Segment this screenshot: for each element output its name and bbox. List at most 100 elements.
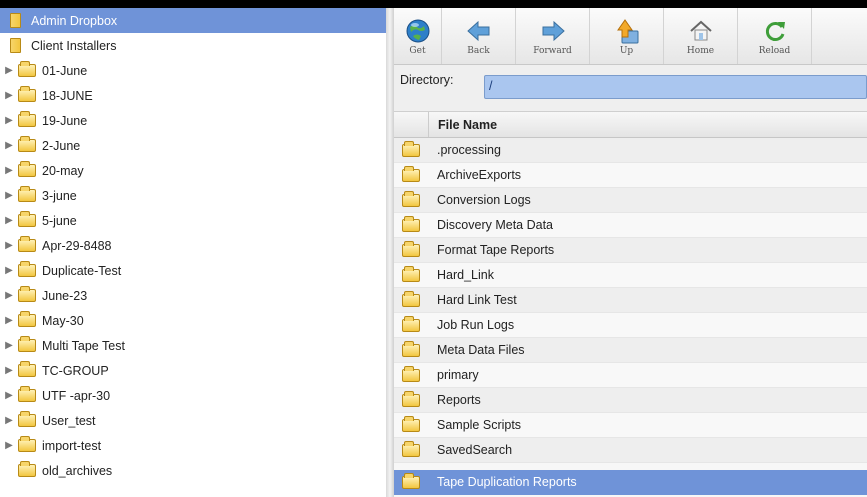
file-row[interactable]: Conversion Logs	[394, 188, 867, 213]
folder-icon	[402, 165, 420, 182]
tree-item[interactable]: ▶ 20-may	[0, 158, 386, 183]
folder-icon	[18, 111, 36, 127]
tree-item-admin-dropbox[interactable]: Admin Dropbox	[0, 8, 386, 33]
reload-label: Reload	[758, 45, 791, 56]
file-row[interactable]: SavedSearch	[394, 438, 867, 463]
file-name: Reports	[437, 393, 481, 407]
up-folder-icon	[616, 18, 638, 43]
folder-icon	[18, 136, 36, 152]
tree-item[interactable]: ▶ Multi Tape Test	[0, 333, 386, 358]
folder-icon	[402, 215, 420, 232]
tree-item[interactable]: ▶ 5-june	[0, 208, 386, 233]
expand-arrow-icon[interactable]: ▶	[0, 415, 18, 426]
get-label: Get	[409, 45, 426, 56]
tree-item[interactable]: ▶ import-test	[0, 433, 386, 458]
file-row[interactable]: Job Run Logs	[394, 313, 867, 338]
expand-arrow-icon[interactable]: ▶	[0, 190, 18, 201]
tree-item[interactable]: ▶ 3-june	[0, 183, 386, 208]
expand-arrow-icon[interactable]: ▶	[0, 315, 18, 326]
file-row[interactable]: Reports	[394, 388, 867, 413]
forward-button[interactable]: Forward	[516, 8, 590, 64]
file-list-header: File Name	[394, 112, 867, 138]
get-button[interactable]: Get	[394, 8, 442, 64]
folder-icon	[18, 161, 36, 177]
folder-icon	[402, 315, 420, 332]
expand-arrow-icon[interactable]: ▶	[0, 140, 18, 151]
tree-item[interactable]: ▶ 19-June	[0, 108, 386, 133]
expand-arrow-icon[interactable]: ▶	[0, 65, 18, 76]
expand-arrow-icon[interactable]: ▶	[0, 365, 18, 376]
file-row[interactable]: Discovery Meta Data	[394, 213, 867, 238]
folder-icon	[18, 311, 36, 327]
pane-splitter[interactable]	[386, 8, 394, 497]
forward-arrow-icon	[542, 20, 565, 41]
reload-button[interactable]: Reload	[738, 8, 812, 64]
folder-icon	[18, 186, 36, 202]
file-name-column-header[interactable]: File Name	[438, 118, 497, 132]
tree-item[interactable]: ▶ 01-June	[0, 58, 386, 83]
directory-input[interactable]: /	[484, 75, 867, 99]
tree-item-label: 2-June	[42, 138, 81, 153]
dropbox-icon	[10, 13, 21, 28]
tree-item-label: 19-June	[42, 113, 88, 128]
tree-item[interactable]: ▶ Duplicate-Test	[0, 258, 386, 283]
tree-item-client-installers[interactable]: Client Installers	[0, 33, 386, 58]
file-name: Hard_Link	[437, 268, 494, 282]
folder-icon	[18, 436, 36, 452]
file-row[interactable]: Meta Data Files	[394, 338, 867, 363]
expand-arrow-icon[interactable]: ▶	[0, 115, 18, 126]
file-name: Sample Scripts	[437, 418, 522, 432]
file-row-selected[interactable]: Tape Duplication Reports	[394, 470, 867, 495]
file-row[interactable]: Hard Link Test	[394, 288, 867, 313]
file-row[interactable]: .processing	[394, 138, 867, 163]
folder-icon	[18, 386, 36, 402]
back-arrow-icon	[466, 20, 489, 41]
file-row[interactable]: primary	[394, 363, 867, 388]
up-button[interactable]: Up	[590, 8, 664, 64]
tree-item[interactable]: ▶ Apr-29-8488	[0, 233, 386, 258]
expand-arrow-icon[interactable]: ▶	[0, 165, 18, 176]
tree-item[interactable]: ▶ 18-JUNE	[0, 83, 386, 108]
folder-icon	[402, 365, 420, 382]
file-name: Discovery Meta Data	[437, 218, 554, 232]
home-icon	[689, 20, 712, 40]
expand-arrow-icon[interactable]: ▶	[0, 440, 18, 451]
file-browser-pane: Get Back Forward Up Home Reload Director…	[394, 8, 867, 497]
tree-item[interactable]: ▶ TC-GROUP	[0, 358, 386, 383]
tree-item-label: import-test	[42, 438, 102, 453]
tree-item[interactable]: ▶ User_test	[0, 408, 386, 433]
expand-arrow-icon[interactable]: ▶	[0, 290, 18, 301]
back-button[interactable]: Back	[442, 8, 516, 64]
home-button[interactable]: Home	[664, 8, 738, 64]
folder-icon	[18, 86, 36, 102]
tree-item[interactable]: ▶ 2-June	[0, 133, 386, 158]
expand-arrow-icon[interactable]: ▶	[0, 90, 18, 101]
expand-arrow-icon[interactable]: ▶	[0, 240, 18, 251]
tree-item-label: Apr-29-8488	[42, 238, 112, 253]
tree-item[interactable]: ▶ May-30	[0, 308, 386, 333]
expand-arrow-icon[interactable]: ▶	[0, 390, 18, 401]
folder-icon	[402, 340, 420, 357]
folder-icon	[18, 361, 36, 377]
expand-arrow-icon[interactable]: ▶	[0, 215, 18, 226]
tree-item[interactable]: ▶ June-23	[0, 283, 386, 308]
file-row[interactable]: Sample Scripts	[394, 413, 867, 438]
folder-icon	[402, 240, 420, 257]
file-row[interactable]: Hard_Link	[394, 263, 867, 288]
file-row[interactable]: ArchiveExports	[394, 163, 867, 188]
tree-item-label: 18-JUNE	[42, 88, 93, 103]
folder-icon	[402, 472, 420, 489]
tree-item[interactable]: ▶ UTF -apr-30	[0, 383, 386, 408]
tree-item[interactable]: old_archives	[0, 458, 386, 483]
window-top-bar	[0, 0, 867, 8]
tree-item-label: May-30	[42, 313, 84, 328]
tree-item-label: TC-GROUP	[42, 363, 109, 378]
expand-arrow-icon[interactable]: ▶	[0, 265, 18, 276]
column-divider	[428, 112, 429, 137]
tree-item-label: Duplicate-Test	[42, 263, 122, 278]
expand-arrow-icon[interactable]: ▶	[0, 340, 18, 351]
tree-item-label: Admin Dropbox	[31, 13, 118, 28]
file-row[interactable]: Format Tape Reports	[394, 238, 867, 263]
folder-icon	[18, 336, 36, 352]
folder-icon	[18, 286, 36, 302]
